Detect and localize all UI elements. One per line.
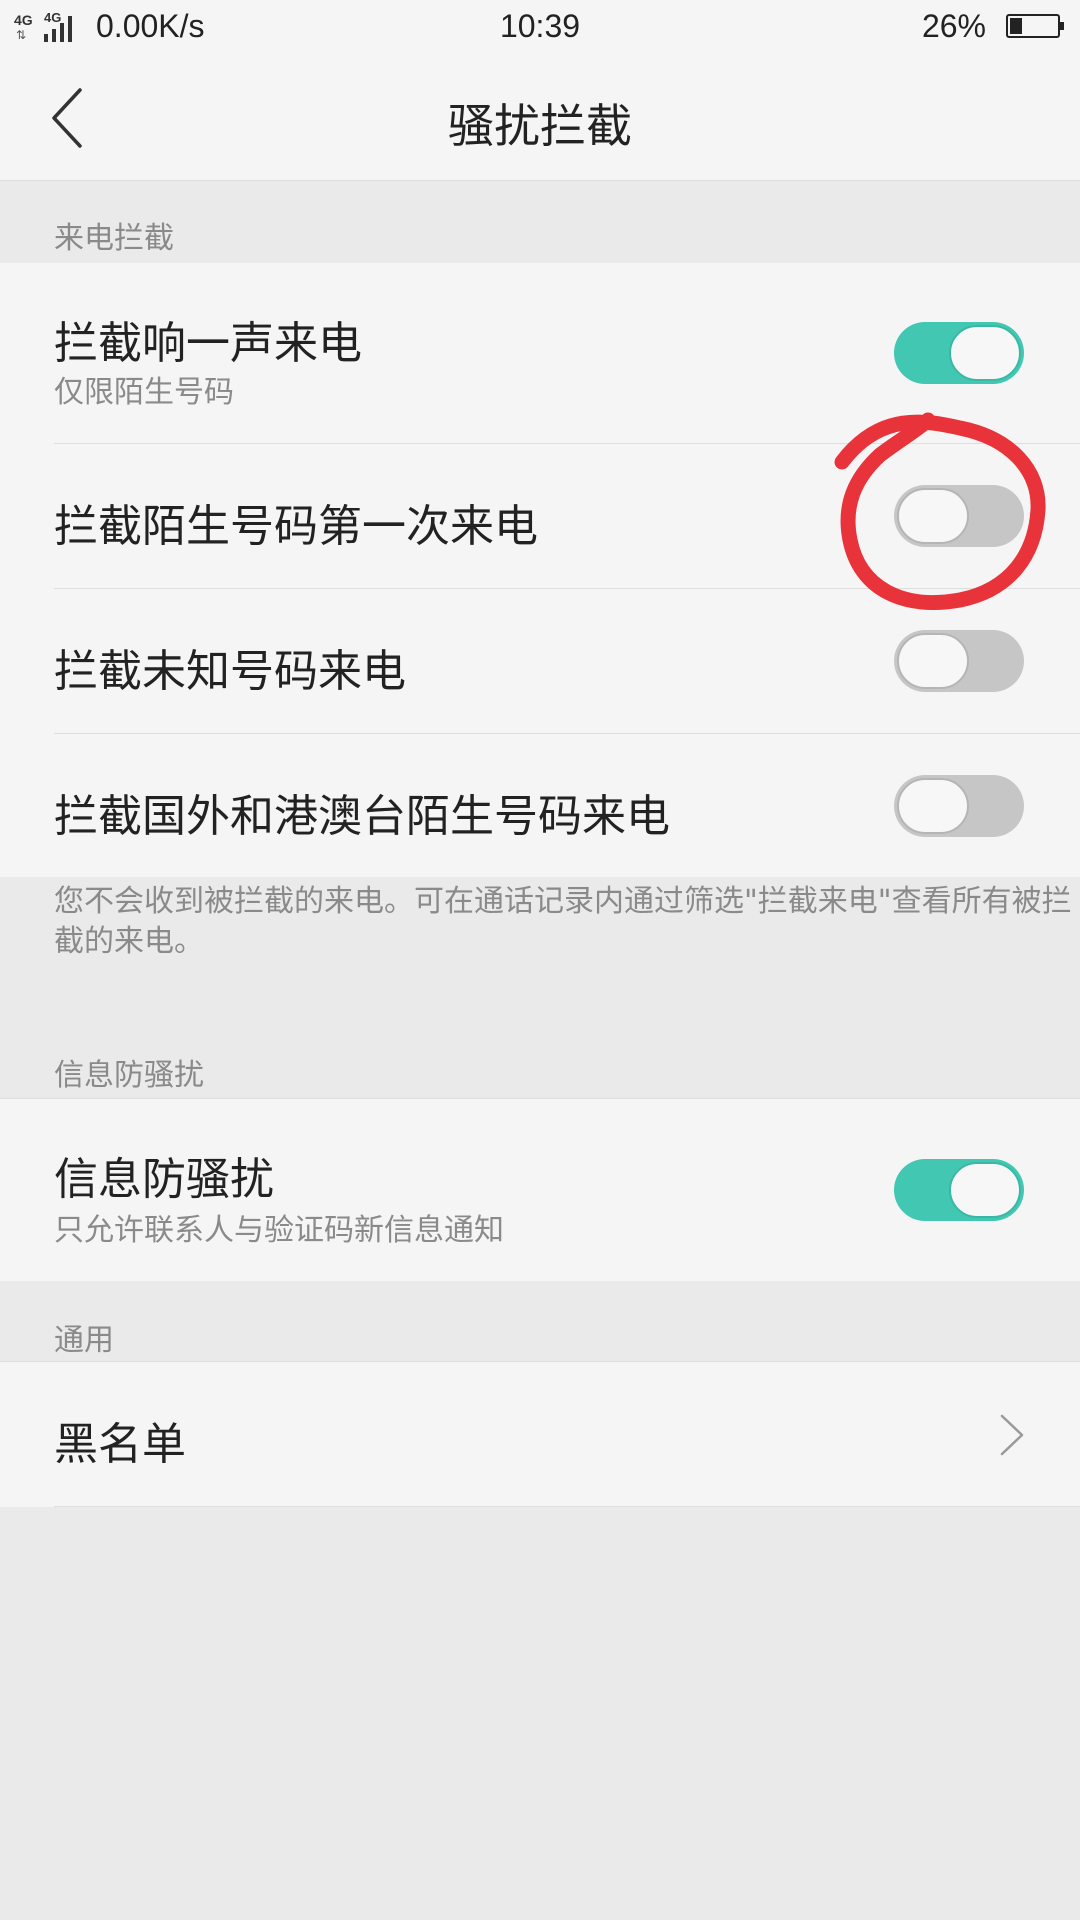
toggle-foreign-number[interactable] xyxy=(894,775,1024,837)
setting-row-blacklist[interactable]: 黑名单 xyxy=(0,1362,1080,1507)
setting-row-ring-once[interactable]: 拦截响一声来电 仅限陌生号码 xyxy=(0,263,1080,444)
calls-group: 拦截响一声来电 仅限陌生号码 拦截陌生号码第一次来电 拦截未知号码来电 拦截国外… xyxy=(0,263,1080,877)
setting-row-message-block[interactable]: 信息防骚扰 只允许联系人与验证码新信息通知 xyxy=(0,1099,1080,1281)
setting-title: 信息防骚扰 xyxy=(54,1154,274,1205)
section-header-general: 通用 xyxy=(0,1281,1080,1361)
section-header-calls: 来电拦截 xyxy=(0,181,1080,263)
battery-icon xyxy=(1006,14,1064,38)
setting-title: 拦截陌生号码第一次来电 xyxy=(54,501,538,552)
setting-title: 拦截国外和港澳台陌生号码来电 xyxy=(54,791,670,842)
status-bar: 4G 4G ⇅ 0.00K/s 10:39 26% xyxy=(0,0,1080,56)
setting-title: 黑名单 xyxy=(54,1419,186,1470)
setting-row-first-call[interactable]: 拦截陌生号码第一次来电 xyxy=(0,444,1080,589)
setting-title: 拦截未知号码来电 xyxy=(54,646,406,697)
toggle-ring-once[interactable] xyxy=(894,322,1024,384)
clock: 10:39 xyxy=(499,8,581,44)
section-header-messages: 信息防骚扰 xyxy=(0,1030,1080,1098)
setting-title: 拦截响一声来电 xyxy=(54,318,362,369)
page-title: 骚扰拦截 xyxy=(448,99,632,153)
toggle-unknown-number[interactable] xyxy=(894,630,1024,692)
chevron-right-icon xyxy=(1000,1414,1024,1456)
section-label-general: 通用 xyxy=(54,1323,114,1358)
section-label-messages: 信息防骚扰 xyxy=(54,1058,204,1093)
setting-subtitle: 仅限陌生号码 xyxy=(54,375,234,410)
setting-row-unknown-number[interactable]: 拦截未知号码来电 xyxy=(0,589,1080,734)
setting-row-foreign-number[interactable]: 拦截国外和港澳台陌生号码来电 xyxy=(0,734,1080,877)
messages-group: 信息防骚扰 只允许联系人与验证码新信息通知 xyxy=(0,1098,1080,1282)
divider xyxy=(54,1506,1080,1507)
battery-percent: 26% xyxy=(921,8,986,44)
toggle-first-call[interactable] xyxy=(894,485,1024,547)
toggle-message-block[interactable] xyxy=(894,1159,1024,1221)
calls-footnote: 您不会收到被拦截的来电。可在通话记录内通过筛选"拦截来电"查看所有被拦截的来电。 xyxy=(54,884,1072,959)
general-group: 黑名单 xyxy=(0,1361,1080,1507)
setting-subtitle: 只允许联系人与验证码新信息通知 xyxy=(54,1213,504,1248)
section-label-calls: 来电拦截 xyxy=(54,221,174,256)
top-app-bar: 骚扰拦截 xyxy=(0,56,1080,181)
